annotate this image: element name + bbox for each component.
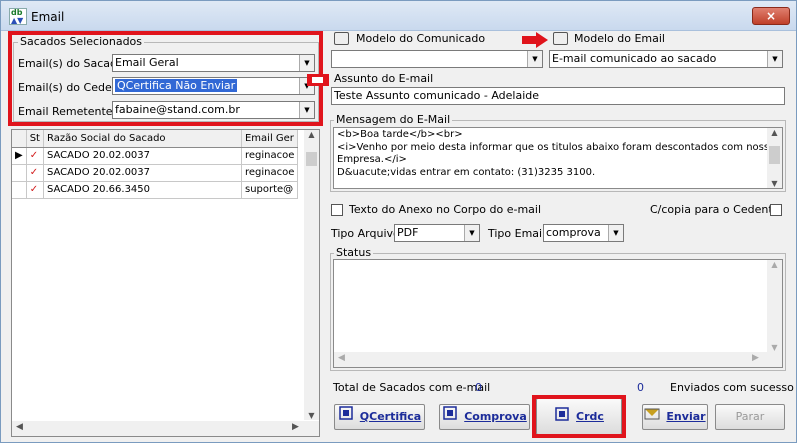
enviados-label: Enviados com sucesso [670,381,794,394]
status-textarea[interactable]: ▲ ▼ ◀ ▶ [333,259,783,368]
enviados-value: 0 [637,381,644,394]
col-razao-social[interactable]: Razão Social do Sacado [43,130,242,148]
title-bar: db ▲▼ Email × [1,1,796,31]
tipo-email-label: Tipo Email [488,227,546,240]
mensagem-line: <b>Boa tarde</b><br> [337,129,463,140]
mensagem-textarea[interactable]: <b>Boa tarde</b><br> <i>Venho por meio d… [333,127,783,189]
chevron-down-icon[interactable]: ▼ [304,411,319,420]
anexo-label: Texto do Anexo no Corpo do e-mail [349,203,542,216]
red-arrow-icon [522,32,548,48]
assunto-label: Assunto do E-mail [334,72,434,85]
anexo-checkbox[interactable] [331,204,343,216]
printer-icon [553,32,568,45]
email-cell: suporte@ [241,181,299,199]
table-row[interactable]: ✓ SACADO 20.66.3450 suporte@ [12,181,299,199]
tipo-arquivo-select[interactable]: PDF ▼ [394,224,480,242]
printer-icon [334,32,349,45]
col-st[interactable]: St [26,130,44,148]
status-vertical-scrollbar[interactable]: ▲ ▼ [767,260,782,352]
document-icon [442,405,458,429]
chevron-down-icon[interactable]: ▼ [608,225,623,241]
chevron-up-icon[interactable]: ▲ [767,128,782,137]
check-icon[interactable]: ✓ [26,181,44,199]
email-cell: reginacoe [241,164,299,182]
parar-label: Parar [735,410,765,423]
grid-header-row: St Razão Social do Sacado Email Ger [12,130,299,148]
mensagem-line: <i>Venho por meio desta informar que os … [337,141,776,153]
razao-cell: SACADO 20.66.3450 [43,181,242,199]
grid-horizontal-scrollbar[interactable]: ◀ ▶ [12,421,319,436]
scroll-thumb[interactable] [306,152,317,166]
modelo-comunicado-select[interactable]: ▼ [331,50,543,68]
chevron-left-icon[interactable]: ◀ [338,353,345,363]
document-icon [338,405,354,429]
status-label: Status [334,246,374,259]
comprova-label: Comprova [464,410,527,423]
close-button[interactable]: × [752,7,790,25]
sacados-grid[interactable]: St Razão Social do Sacado Email Ger ▶ ✓ … [11,129,320,437]
chevron-right-icon[interactable]: ▶ [292,422,299,432]
copia-cedente-label: C/copia para o Cedente [650,203,780,216]
copia-cedente-checkbox[interactable] [770,204,782,216]
row-indicator-icon: ▶ [12,147,27,165]
enviar-button[interactable]: Enviar [642,404,708,430]
assunto-value: Teste Assunto comunicado - Adelaide [334,89,540,102]
check-icon[interactable]: ✓ [26,164,44,182]
total-sacados-value: 0 [475,381,482,394]
highlight-sacados [8,31,323,126]
mensagem-scrollbar[interactable]: ▲ ▼ [767,128,782,188]
red-arrow-icon [307,74,329,86]
row-indicator-cell [12,181,27,199]
mensagem-line: D&uacute;vidas entrar em contato: (31)32… [337,166,596,178]
send-icon [644,405,660,429]
comprova-button[interactable]: Comprova [439,404,530,430]
enviar-label: Enviar [666,410,706,423]
tipo-email-select[interactable]: comprova ▼ [543,224,624,242]
chevron-left-icon[interactable]: ◀ [16,422,23,432]
grid-vertical-scrollbar[interactable]: ▲ ▼ [304,130,319,420]
tipo-email-value: comprova [546,226,601,239]
chevron-down-icon[interactable]: ▼ [464,225,479,241]
table-row[interactable]: ✓ SACADO 20.02.0037 reginacoe [12,164,299,182]
tipo-arquivo-value: PDF [397,226,419,239]
modelo-email-select[interactable]: E-mail comunicado ao sacado ▼ [549,50,783,68]
email-cell: reginacoe [241,147,299,165]
chevron-right-icon[interactable]: ▶ [752,353,759,363]
razao-cell: SACADO 20.02.0037 [43,147,242,165]
chevron-down-icon[interactable]: ▼ [527,51,542,67]
table-row[interactable]: ▶ ✓ SACADO 20.02.0037 reginacoe [12,147,299,165]
modelo-email-value: E-mail comunicado ao sacado [552,52,717,65]
qcertifica-button[interactable]: QCertifica [334,404,425,430]
qcertifica-label: QCertifica [359,410,422,423]
modelo-email-label: Modelo do Email [574,32,665,45]
app-icon: db ▲▼ [9,8,27,25]
check-icon[interactable]: ✓ [26,147,44,165]
assunto-input[interactable]: Teste Assunto comunicado - Adelaide [331,87,785,105]
razao-cell: SACADO 20.02.0037 [43,164,242,182]
window-title: Email [31,10,65,24]
mensagem-line: Empresa.</i> [337,154,407,165]
chevron-up-icon[interactable]: ▲ [304,130,319,139]
highlight-crdc [532,395,626,438]
col-email[interactable]: Email Ger [241,130,299,148]
mensagem-label: Mensagem do E-Mail [334,113,453,126]
chevron-down-icon[interactable]: ▼ [767,343,782,352]
total-sacados-label: Total de Sacados com e-mail [333,381,491,394]
chevron-down-icon[interactable]: ▼ [767,51,782,67]
email-window: db ▲▼ Email × Sacados Selecionados Email(… [0,0,797,443]
status-horizontal-scrollbar[interactable]: ◀ ▶ [334,352,782,367]
chevron-down-icon[interactable]: ▼ [767,179,782,188]
tipo-arquivo-label: Tipo Arquivo [331,227,400,240]
parar-button[interactable]: Parar [715,404,785,430]
scroll-thumb[interactable] [769,146,780,164]
modelo-comunicado-label: Modelo do Comunicado [356,32,486,45]
chevron-up-icon[interactable]: ▲ [767,260,782,269]
row-indicator-cell [12,164,27,182]
row-indicator-header [12,130,27,148]
